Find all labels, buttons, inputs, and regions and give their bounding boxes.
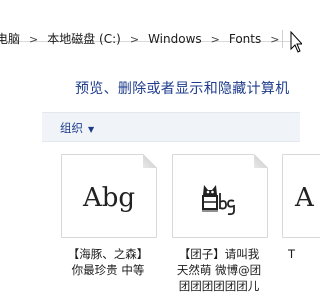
font-sample-text: Abg — [82, 183, 136, 213]
organize-label: 组织 — [60, 121, 83, 135]
font-name-line: 团团团团团团儿 — [178, 279, 260, 293]
font-sample-text: A — [295, 183, 314, 213]
page-fold-icon — [143, 154, 157, 168]
page-fold-icon — [254, 154, 268, 168]
font-name-line: 【团子】请叫我 — [178, 247, 260, 261]
font-tile[interactable]: Abg — [61, 154, 157, 238]
breadcrumb-separator[interactable]: > — [261, 31, 288, 49]
font-tile[interactable] — [172, 154, 268, 238]
breadcrumb: 电脑 > 本地磁盘 (C:) > Windows > Fonts > — [0, 30, 288, 48]
mouse-cursor-icon — [290, 31, 302, 53]
breadcrumb-windows[interactable]: Windows — [148, 30, 202, 48]
breadcrumb-separator[interactable]: > — [121, 31, 148, 49]
font-tile[interactable]: A — [282, 154, 320, 238]
font-name-line: 你最珍贵 中等 — [71, 263, 145, 277]
organize-menu-button[interactable]: 组织 ▼ — [60, 120, 94, 136]
address-divider — [282, 30, 283, 48]
font-name-label[interactable]: T — [288, 246, 318, 262]
command-toolbar: 组织 ▼ — [42, 112, 300, 142]
page-title: 预览、删除或者显示和隐藏计算机 — [75, 81, 290, 97]
cat-glyph-sample-icon — [202, 185, 235, 216]
font-name-label[interactable]: 【团子】请叫我 天然萌 微博@团 团团团团团团儿 — [164, 246, 274, 294]
breadcrumb-local-disk[interactable]: 本地磁盘 (C:) — [47, 30, 121, 48]
breadcrumb-fonts[interactable]: Fonts — [229, 30, 261, 48]
font-name-line: 天然萌 微博@团 — [176, 263, 262, 277]
font-name-line: T — [288, 247, 296, 261]
breadcrumb-separator[interactable]: > — [20, 31, 47, 49]
address-bar[interactable]: 电脑 > 本地磁盘 (C:) > Windows > Fonts > — [0, 0, 302, 53]
breadcrumb-this-pc[interactable]: 电脑 — [0, 30, 20, 48]
font-name-line: 【海豚、之森】 — [67, 247, 149, 261]
font-name-label[interactable]: 【海豚、之森】 你最珍贵 中等 — [53, 246, 163, 278]
breadcrumb-separator[interactable]: > — [202, 31, 229, 49]
chevron-down-icon: ▼ — [88, 125, 95, 134]
